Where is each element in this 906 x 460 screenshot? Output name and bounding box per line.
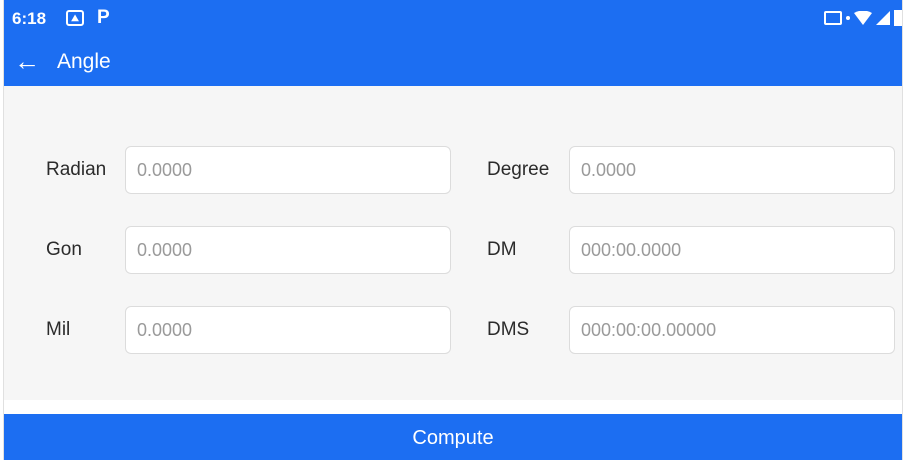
- system-icons: [824, 9, 902, 27]
- gon-input[interactable]: [125, 226, 451, 274]
- dm-label: DM: [487, 239, 517, 260]
- cast-icon: [824, 11, 842, 25]
- gallery-icon: ⛰: [66, 10, 84, 26]
- angle-screen: 6:18 ⛰ P ← Angle Radian Degree Gon DM: [4, 0, 902, 460]
- wifi-icon: [854, 11, 872, 25]
- compute-button[interactable]: Compute: [4, 414, 902, 460]
- mil-input[interactable]: [125, 306, 451, 354]
- dot-icon: [846, 16, 850, 20]
- status-time: 6:18: [12, 9, 47, 28]
- dm-input[interactable]: [569, 226, 895, 274]
- status-bar: 6:18 ⛰ P: [4, 0, 902, 36]
- dms-input[interactable]: [569, 306, 895, 354]
- form-row-1: Radian Degree: [4, 146, 902, 196]
- radian-label: Radian: [46, 159, 107, 180]
- signal-icon: [876, 11, 890, 25]
- radian-input[interactable]: [125, 146, 451, 194]
- arrow-left-icon[interactable]: ←: [12, 46, 42, 76]
- app-bar: 6:18 ⛰ P ← Angle: [4, 0, 902, 86]
- form-row-3: Mil DMS: [4, 306, 902, 356]
- page-title: Angle: [57, 50, 111, 73]
- toolbar: ← Angle: [4, 40, 902, 84]
- form-row-2: Gon DM: [4, 226, 902, 276]
- degree-label: Degree: [487, 159, 550, 180]
- p-icon: P: [97, 7, 110, 28]
- dms-label: DMS: [487, 319, 530, 340]
- degree-input[interactable]: [569, 146, 895, 194]
- divider: [4, 400, 902, 414]
- battery-icon: [894, 10, 902, 26]
- mil-label: Mil: [46, 319, 71, 340]
- gon-label: Gon: [46, 239, 82, 260]
